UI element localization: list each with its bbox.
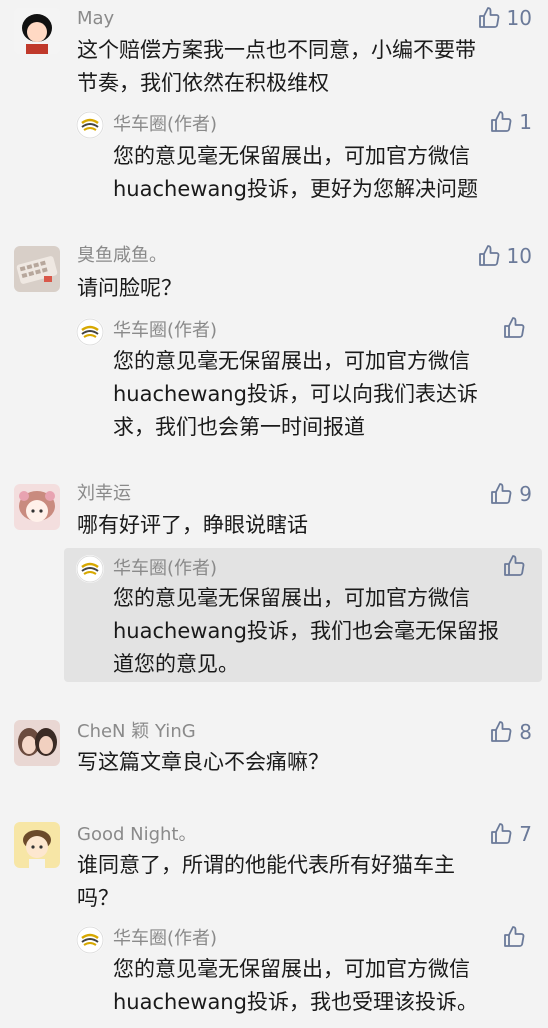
thumbs-up-icon [478, 245, 499, 266]
comment-line: 写这篇文章良心不会痛嘛？ [77, 750, 329, 774]
comment-text: 这个赔偿方案我一点也不同意，小编不要带 节奏，我们依然在积极维权 [77, 34, 527, 100]
reply-line: huachewang投诉，我们也会毫无保留报 [113, 619, 499, 643]
avatar[interactable] [14, 246, 60, 292]
avatar[interactable] [14, 484, 60, 530]
thumbs-up-icon [504, 317, 525, 338]
reply-line: 求，我们也会第一时间报道 [113, 415, 365, 439]
author-name[interactable]: 华车圈(作者) [113, 928, 217, 950]
username[interactable]: May [77, 8, 114, 30]
huache-logo [76, 318, 104, 346]
thumbs-up-icon [491, 111, 512, 132]
like-count: 10 [506, 6, 532, 30]
reply-text: 您的意见毫无保留展出，可加官方微信 huachewang投诉，更好为您解决问题 [113, 140, 533, 206]
comment-line: 哪有好评了，睁眼说瞎话 [77, 513, 308, 537]
thumbs-up-icon [491, 823, 512, 844]
username[interactable]: Good Night。 [77, 824, 196, 846]
thumbs-up-icon [491, 721, 512, 742]
thumbs-up-icon [491, 483, 512, 504]
comment-line: 吗？ [77, 886, 119, 910]
comment-line: 谁同意了，所谓的他能代表所有好猫车主 [77, 853, 455, 877]
comment-text: 谁同意了，所谓的他能代表所有好猫车主 吗？ [77, 849, 527, 915]
reply-line: huachewang投诉，更好为您解决问题 [113, 177, 478, 201]
avatar[interactable] [14, 720, 60, 766]
reply-text: 您的意见毫无保留展出，可加官方微信 huachewang投诉，可以向我们表达诉 … [113, 345, 533, 444]
author-name[interactable]: 华车圈(作者) [113, 114, 217, 136]
reply-like-button[interactable] [502, 925, 532, 949]
reply-like-button[interactable] [502, 554, 532, 578]
avatar[interactable] [14, 822, 60, 868]
like-count: 10 [506, 244, 532, 268]
username[interactable]: 刘幸运 [77, 483, 131, 505]
like-count: 8 [519, 720, 532, 744]
thumbs-up-icon [504, 926, 525, 947]
reply-text: 您的意见毫无保留展出，可加官方微信 huachewang投诉，我也受理该投诉。 [113, 953, 533, 1019]
comment-line: 节奏，我们依然在积极维权 [77, 71, 329, 95]
author-avatar[interactable] [76, 926, 104, 954]
username[interactable]: 臭鱼咸鱼。 [77, 245, 167, 267]
like-button[interactable]: 9 [489, 482, 532, 506]
like-count: 9 [519, 482, 532, 506]
avatar[interactable] [14, 8, 60, 54]
reply-line: 您的意见毫无保留展出，可加官方微信 [113, 957, 470, 981]
author-name[interactable]: 华车圈(作者) [113, 558, 217, 580]
username[interactable]: CheN 颖 YinG [77, 721, 196, 743]
comment-line: 这个赔偿方案我一点也不同意，小编不要带 [77, 38, 476, 62]
author-name[interactable]: 华车圈(作者) [113, 320, 217, 342]
comment-text: 写这篇文章良心不会痛嘛？ [77, 746, 527, 779]
reply-line: 您的意见毫无保留展出，可加官方微信 [113, 144, 470, 168]
reply-line: huachewang投诉，我也受理该投诉。 [113, 990, 478, 1014]
like-count: 7 [519, 822, 532, 846]
reply-line: huachewang投诉，可以向我们表达诉 [113, 382, 478, 406]
author-avatar[interactable] [76, 318, 104, 346]
like-button[interactable]: 8 [489, 720, 532, 744]
comment-text: 哪有好评了，睁眼说瞎话 [77, 509, 527, 542]
reply-line: 您的意见毫无保留展出，可加官方微信 [113, 586, 470, 610]
huache-logo [76, 555, 104, 583]
reply-like-button[interactable] [502, 316, 532, 340]
like-count: 1 [519, 110, 532, 134]
reply-like-button[interactable]: 1 [489, 110, 532, 134]
thumbs-up-icon [504, 555, 525, 576]
reply-line: 您的意见毫无保留展出，可加官方微信 [113, 349, 470, 373]
comment-line: 请问脸呢？ [77, 276, 182, 300]
huache-logo [76, 111, 104, 139]
comment-text: 请问脸呢？ [77, 272, 527, 305]
author-avatar[interactable] [76, 111, 104, 139]
reply-line: 道您的意见。 [113, 652, 239, 676]
thumbs-up-icon [478, 7, 499, 28]
like-button[interactable]: 10 [477, 6, 532, 30]
like-button[interactable]: 10 [477, 244, 532, 268]
reply-text: 您的意见毫无保留展出，可加官方微信 huachewang投诉，我们也会毫无保留报… [113, 582, 533, 681]
huache-logo [76, 926, 104, 954]
author-avatar[interactable] [76, 555, 104, 583]
like-button[interactable]: 7 [489, 822, 532, 846]
